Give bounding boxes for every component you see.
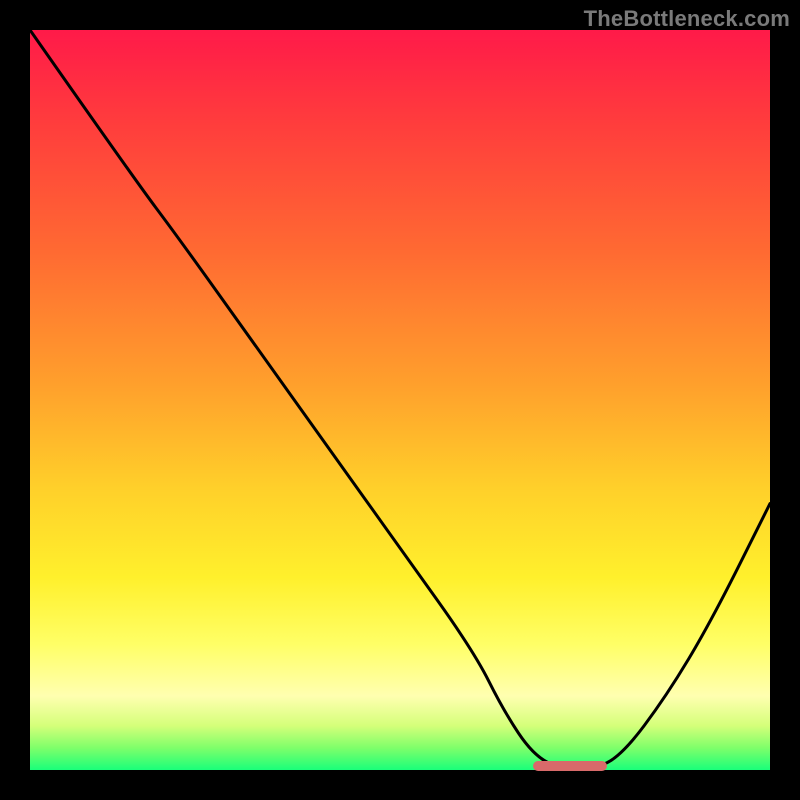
plot-area — [30, 30, 770, 770]
chart-frame: TheBottleneck.com — [0, 0, 800, 800]
curve-svg — [30, 30, 770, 770]
watermark-text: TheBottleneck.com — [584, 6, 790, 32]
optimal-range-marker — [533, 761, 607, 771]
bottleneck-curve — [30, 30, 770, 770]
